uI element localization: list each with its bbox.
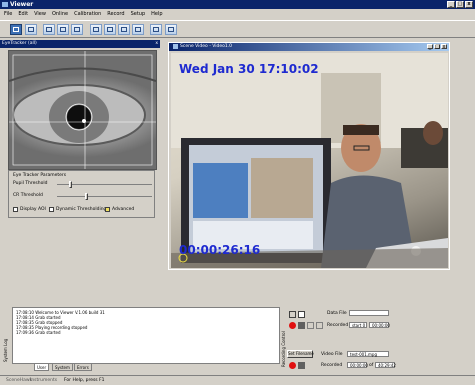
menu-edit[interactable]: Edit [18, 10, 28, 19]
toolbar-settings-button[interactable] [150, 24, 162, 35]
eye-camera-view[interactable] [8, 50, 157, 170]
toolbar-layout-button[interactable] [118, 24, 130, 35]
maximize-button[interactable]: □ [456, 1, 464, 8]
eye-tracker-parameters: Eye Tracker Parameters Pupil Threshold C… [8, 170, 155, 218]
menu-file[interactable]: File [4, 10, 12, 19]
record-video-button[interactable] [289, 362, 296, 369]
video-close-button[interactable]: x [441, 44, 447, 50]
toolbar-video-button[interactable] [104, 24, 116, 35]
eye-panel-title: EyeTracker (all) [2, 41, 37, 46]
status-help-text: For Help, press F1 [64, 378, 105, 383]
background-person [423, 121, 443, 145]
record-data-button[interactable] [289, 322, 296, 329]
scene-image [171, 53, 448, 268]
advanced-checkbox[interactable] [105, 207, 110, 212]
pause-data-button[interactable] [307, 322, 314, 329]
status-bar: SceneHawk Instruments For Help, press F1 [0, 375, 475, 385]
tab-system[interactable]: System [52, 364, 73, 371]
screen-video-view [251, 158, 313, 218]
timecode-overlay: 00:00:26:16 [179, 243, 261, 257]
toolbar-monitor-button[interactable] [57, 24, 69, 35]
advanced-label: Advanced [112, 207, 135, 212]
display-aoi-label: Display AOI [20, 207, 46, 212]
pupil-threshold-label: Pupil Threshold [13, 181, 48, 186]
scene-video-frame[interactable]: Wed Jan 30 17:10:02 00:00:26:16 [171, 53, 448, 268]
status-tab-scenehawk[interactable]: SceneHawk [6, 376, 32, 385]
save-data-icon[interactable] [289, 311, 296, 318]
corneal-reflection [82, 119, 86, 123]
recording-control-side-label: Recording Control [281, 331, 286, 367]
toolbar-help-button[interactable] [165, 24, 177, 35]
tab-errors[interactable]: Errors [74, 364, 92, 371]
toolbar-grid-button[interactable] [132, 24, 144, 35]
stop-data-button[interactable] [298, 322, 305, 329]
toolbar-open-button[interactable] [25, 24, 37, 35]
log-line: 17:09:36 Grab started [16, 330, 61, 335]
cr-threshold-knob[interactable] [85, 193, 88, 200]
video-minimize-button[interactable]: _ [427, 44, 433, 50]
cr-threshold-slider[interactable] [57, 196, 152, 197]
video-file-label: Video File [321, 352, 343, 357]
eye-panel-close-button[interactable]: x [155, 40, 158, 48]
video-time-field: 00:00:00 [347, 362, 368, 368]
close-button[interactable]: x [465, 1, 473, 8]
toolbar-calibrate-button[interactable] [43, 24, 55, 35]
dynamic-thresholding-checkbox[interactable] [49, 207, 54, 212]
system-log[interactable]: 17:08:10 Welcome to Viewer V.1.06 build … [12, 307, 280, 364]
menu-online[interactable]: Online [52, 10, 68, 19]
stop-video-button[interactable] [298, 362, 305, 369]
log-tabs: User System Errors [12, 364, 280, 371]
data-time-field: 00:00:00 [369, 322, 390, 328]
menu-help[interactable]: Help [151, 10, 162, 19]
menu-setup[interactable]: Setup [131, 10, 146, 19]
recording-control: Recording Control Data File Recorded sta… [281, 305, 475, 375]
data-recorded-field: start 0 [349, 322, 367, 328]
set-filename-button[interactable]: Set Filename [287, 350, 314, 358]
video-maximize-button[interactable]: □ [434, 44, 440, 50]
system-log-side-label: System Log [3, 338, 8, 362]
video-total-field: 40:29:42 [375, 362, 396, 368]
eye-image [9, 51, 156, 169]
video-recorded-label: Recorded [321, 363, 343, 368]
menu-record[interactable]: Record [107, 10, 124, 19]
mark-data-button[interactable] [316, 322, 323, 329]
video-window-icon [173, 44, 178, 49]
menu-calibration[interactable]: Calibration [74, 10, 101, 19]
minimize-button[interactable]: _ [447, 1, 455, 8]
datetime-overlay: Wed Jan 30 17:10:02 [179, 62, 319, 76]
screen-eye-view [193, 163, 248, 218]
toolbar [0, 20, 475, 38]
new-data-icon[interactable] [298, 311, 305, 318]
status-tab-instruments[interactable]: Instruments [30, 376, 57, 385]
data-recorded-label: Recorded [327, 323, 349, 328]
app-icon [2, 2, 8, 7]
menu-bar: File Edit View Online Calibration Record… [0, 10, 475, 19]
video-of-label: of [369, 363, 374, 368]
app-title: Viewer [10, 1, 34, 8]
app-title-bar[interactable]: Viewer _ □ x [0, 0, 475, 9]
pupil-threshold-knob[interactable] [69, 181, 72, 188]
person-hair [343, 125, 379, 135]
cr-threshold-label: CR Threshold [13, 193, 43, 198]
dynamic-thresholding-label: Dynamic Thresholding [56, 207, 107, 212]
params-title: Eye Tracker Parameters [13, 173, 67, 178]
eyebrow-shadow [9, 67, 156, 82]
eye-panel-title-bar: EyeTracker (all) x [0, 40, 160, 48]
video-title: Scene Video - Video1.0 [180, 44, 233, 49]
display-aoi-checkbox[interactable] [13, 207, 18, 212]
toolbar-record-button[interactable] [90, 24, 102, 35]
toolbar-scene-button[interactable] [71, 24, 83, 35]
pupil [67, 105, 91, 129]
video-file-field[interactable]: test-001.mpg [347, 351, 389, 357]
toolbar-eye-view-button[interactable] [10, 24, 22, 35]
tab-user[interactable]: User [34, 364, 50, 371]
data-file-field[interactable] [349, 310, 389, 316]
video-title-bar[interactable]: Scene Video - Video1.0 _ □ x [169, 43, 449, 51]
data-file-label: Data File [327, 311, 347, 316]
menu-view[interactable]: View [34, 10, 46, 19]
